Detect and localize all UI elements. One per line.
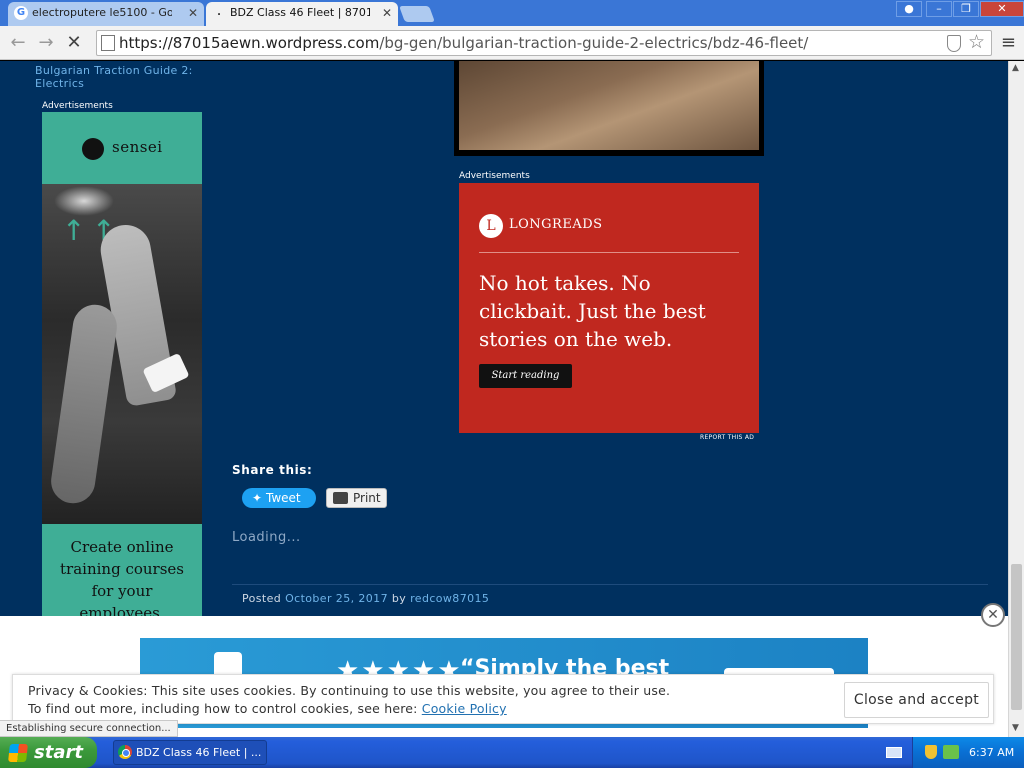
keyboard-icon[interactable]: [886, 747, 902, 758]
twitter-bird-icon: ✦: [252, 491, 263, 505]
print-label: Print: [353, 491, 381, 505]
cookie-line-2: To find out more, including how to contr…: [28, 700, 828, 718]
tab-title: BDZ Class 46 Fleet | 87015a: [230, 6, 370, 19]
tab-title: electroputere le5100 - Goog: [32, 6, 172, 19]
longreads-brand: LONGREADS: [509, 217, 603, 232]
page-icon: [101, 35, 115, 51]
posted-label: Posted: [242, 592, 282, 605]
longreads-headline: No hot takes. No clickbait. Just the bes…: [479, 271, 706, 351]
stop-button[interactable]: ✕: [62, 31, 86, 55]
restore-button[interactable]: ❐: [953, 1, 979, 17]
page-viewport: Bulgarian Traction Guide 2: Electrics Ad…: [0, 61, 1008, 737]
start-button[interactable]: start: [0, 737, 97, 768]
taskbar-item-chrome[interactable]: BDZ Class 46 Fleet | ...: [113, 740, 267, 765]
report-ad-link[interactable]: REPORT THIS AD: [700, 434, 754, 441]
cookie-banner: Privacy & Cookies: This site uses cookie…: [12, 674, 994, 724]
status-bubble: Establishing secure connection...: [0, 720, 178, 737]
printer-icon: [333, 492, 348, 504]
url-host: https://87015aewn.wordpress.com: [119, 34, 380, 52]
close-and-accept-button[interactable]: Close and accept: [844, 682, 989, 718]
sensei-ad-header: sensei: [42, 112, 202, 184]
tab-strip: G electroputere le5100 - Goog ✕ . BDZ Cl…: [0, 0, 1024, 26]
author-link[interactable]: redcow87015: [410, 592, 489, 605]
arrow-up-icon: ↑: [62, 214, 86, 247]
star-icon[interactable]: ☆: [968, 31, 985, 53]
url-path: /bg-gen/bulgarian-traction-guide-2-elect…: [379, 34, 809, 52]
sensei-tagline: Create online training courses for your …: [60, 538, 184, 622]
new-tab-button[interactable]: [399, 6, 435, 22]
light-glow: [54, 186, 114, 216]
cookie-text: Privacy & Cookies: This site uses cookie…: [28, 682, 828, 718]
scroll-up-icon[interactable]: ▲: [1012, 63, 1019, 73]
longreads-ad[interactable]: L LONGREADS No hot takes. No clickbait. …: [459, 183, 759, 433]
close-ad-button[interactable]: ✕: [981, 603, 1005, 627]
share-title: Share this:: [232, 463, 313, 477]
loading-icon: .: [217, 7, 221, 18]
tab-electroputere[interactable]: G electroputere le5100 - Goog ✕: [8, 2, 204, 26]
windows-logo-icon: [8, 744, 28, 762]
system-tray: 6:37 AM: [912, 737, 1024, 768]
sensei-brand: sensei: [112, 138, 163, 156]
sensei-ad[interactable]: sensei ↑ ↑ Create online training course…: [42, 112, 202, 622]
tab-bdz-class-46[interactable]: . BDZ Class 46 Fleet | 87015a ✕: [206, 2, 398, 26]
animal-photo: [459, 61, 759, 150]
divider: [232, 584, 988, 585]
post-date-link[interactable]: October 25, 2017: [285, 592, 388, 605]
google-g-icon: G: [14, 6, 28, 20]
cookie-line-2-text: To find out more, including how to contr…: [28, 701, 418, 716]
browser-toolbar: ← → ✕ https://87015aewn.wordpress.com/bg…: [0, 26, 1024, 60]
url-text[interactable]: https://87015aewn.wordpress.com/bg-gen/b…: [119, 34, 808, 52]
clock[interactable]: 6:37 AM: [969, 737, 1014, 768]
sensei-ad-footer: Create online training courses for your …: [42, 524, 202, 622]
window-close-button[interactable]: ✕: [980, 1, 1024, 17]
loading-text: Loading...: [232, 530, 301, 545]
close-icon[interactable]: ✕: [382, 2, 392, 24]
scrollbar-thumb[interactable]: [1011, 564, 1022, 710]
address-bar[interactable]: https://87015aewn.wordpress.com/bg-gen/b…: [96, 30, 992, 56]
divider: [479, 252, 739, 253]
security-shield-icon[interactable]: [925, 745, 937, 759]
longreads-logo-icon: L: [479, 214, 503, 238]
post-meta: Posted October 25, 2017 by redcow87015: [242, 592, 489, 605]
back-button[interactable]: ←: [6, 31, 30, 55]
menu-icon[interactable]: ≡: [1001, 32, 1016, 53]
tweet-button[interactable]: ✦ Tweet: [242, 488, 316, 508]
scroll-down-icon[interactable]: ▼: [1012, 723, 1019, 733]
close-icon[interactable]: ✕: [188, 2, 198, 24]
ad-label: Advertisements: [42, 101, 113, 111]
shield-icon[interactable]: [947, 35, 961, 52]
tweet-label: Tweet: [266, 491, 301, 505]
user-icon[interactable]: ●: [896, 1, 922, 17]
cookie-line-1: Privacy & Cookies: This site uses cookie…: [28, 683, 671, 698]
sensei-logo-icon: [82, 138, 104, 160]
network-icon[interactable]: [943, 745, 959, 759]
minimize-button[interactable]: –: [926, 1, 952, 17]
post-photo[interactable]: [454, 61, 764, 156]
forward-button[interactable]: →: [34, 31, 58, 55]
task-title: BDZ Class 46 Fleet | ...: [136, 746, 262, 759]
by-label: by: [391, 592, 407, 605]
print-button[interactable]: Print: [326, 488, 387, 508]
start-label: start: [34, 742, 83, 763]
chrome-icon: [118, 745, 132, 759]
raised-hand: [48, 301, 120, 507]
hands-photo: ↑ ↑: [42, 184, 202, 524]
page-scrollbar[interactable]: ▲ ▼: [1008, 61, 1024, 737]
cookie-policy-link[interactable]: Cookie Policy: [422, 701, 507, 716]
start-reading-button[interactable]: Start reading: [479, 364, 572, 388]
taskbar: start BDZ Class 46 Fleet | ... 6:37 AM: [0, 737, 1024, 768]
ad-label: Advertisements: [459, 171, 530, 181]
sidebar-link[interactable]: Bulgarian Traction Guide 2: Electrics: [35, 64, 205, 90]
